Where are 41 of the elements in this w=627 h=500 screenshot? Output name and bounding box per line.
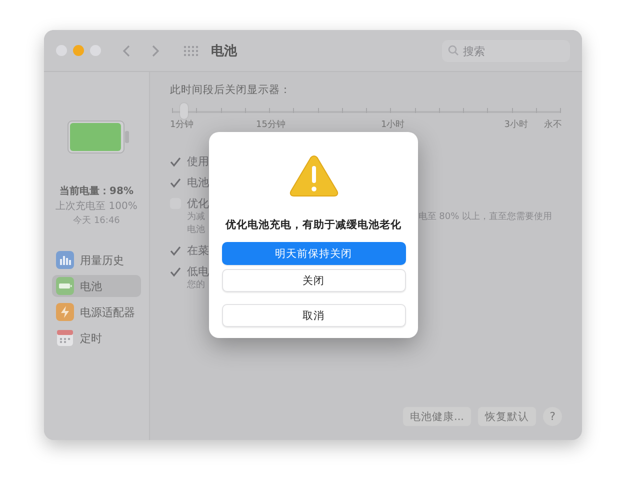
option-description: 您的: [187, 279, 205, 292]
window-title: 电池: [211, 42, 237, 60]
option-label: 电池: [187, 175, 209, 190]
battery-icon: [66, 120, 130, 154]
sidebar-item[interactable]: 定时: [52, 327, 141, 349]
help-button[interactable]: ?: [543, 407, 562, 426]
sidebar-item[interactable]: 用量历史: [52, 249, 141, 271]
checkbox[interactable]: [170, 156, 181, 167]
battery-icon: [56, 277, 74, 295]
tick-label: 永不: [544, 118, 562, 131]
dialog-button[interactable]: 明天前保持关闭: [222, 242, 406, 265]
grid-icon[interactable]: [183, 44, 199, 56]
charge-time-text: 今天 16:46: [73, 214, 120, 228]
sidebar-item[interactable]: 电源适配器: [52, 301, 141, 323]
display-sleep-label: 此时间段后关闭显示器：: [170, 83, 292, 97]
option-label: 在菜: [187, 243, 209, 258]
window-control[interactable]: [73, 45, 84, 56]
dialog-button[interactable]: 取消: [222, 304, 406, 327]
footer-button[interactable]: 恢复默认: [478, 407, 536, 426]
dialog-button[interactable]: 关闭: [222, 269, 406, 292]
checkbox[interactable]: [170, 245, 181, 256]
tick-label: 15分钟: [256, 118, 286, 131]
bar-chart-icon: [56, 251, 74, 269]
checkbox[interactable]: [170, 266, 181, 277]
warning-icon: [288, 154, 338, 198]
tick-label: 1小时: [381, 118, 405, 131]
lightning-icon: [56, 303, 74, 321]
option-label: 使用: [187, 154, 209, 169]
footer-button[interactable]: 电池健康...: [402, 407, 471, 426]
last-charge-text: 上次充电至 100%: [56, 200, 138, 214]
dialog-message: 优化电池充电，有助于减缓电池老化: [226, 218, 402, 232]
sidebar-item[interactable]: 电池: [52, 275, 141, 297]
checkbox[interactable]: [170, 177, 181, 188]
option-label: 优化: [187, 196, 209, 211]
calendar-icon: [56, 329, 74, 347]
slider-thumb[interactable]: [180, 103, 188, 119]
tick-label: 1分钟: [170, 118, 194, 131]
search-field[interactable]: 搜索: [442, 40, 570, 62]
tick-label: 3小时: [504, 118, 528, 131]
battery-level-text: 当前电量：98%: [60, 184, 134, 199]
option-label: 低电: [187, 264, 209, 279]
